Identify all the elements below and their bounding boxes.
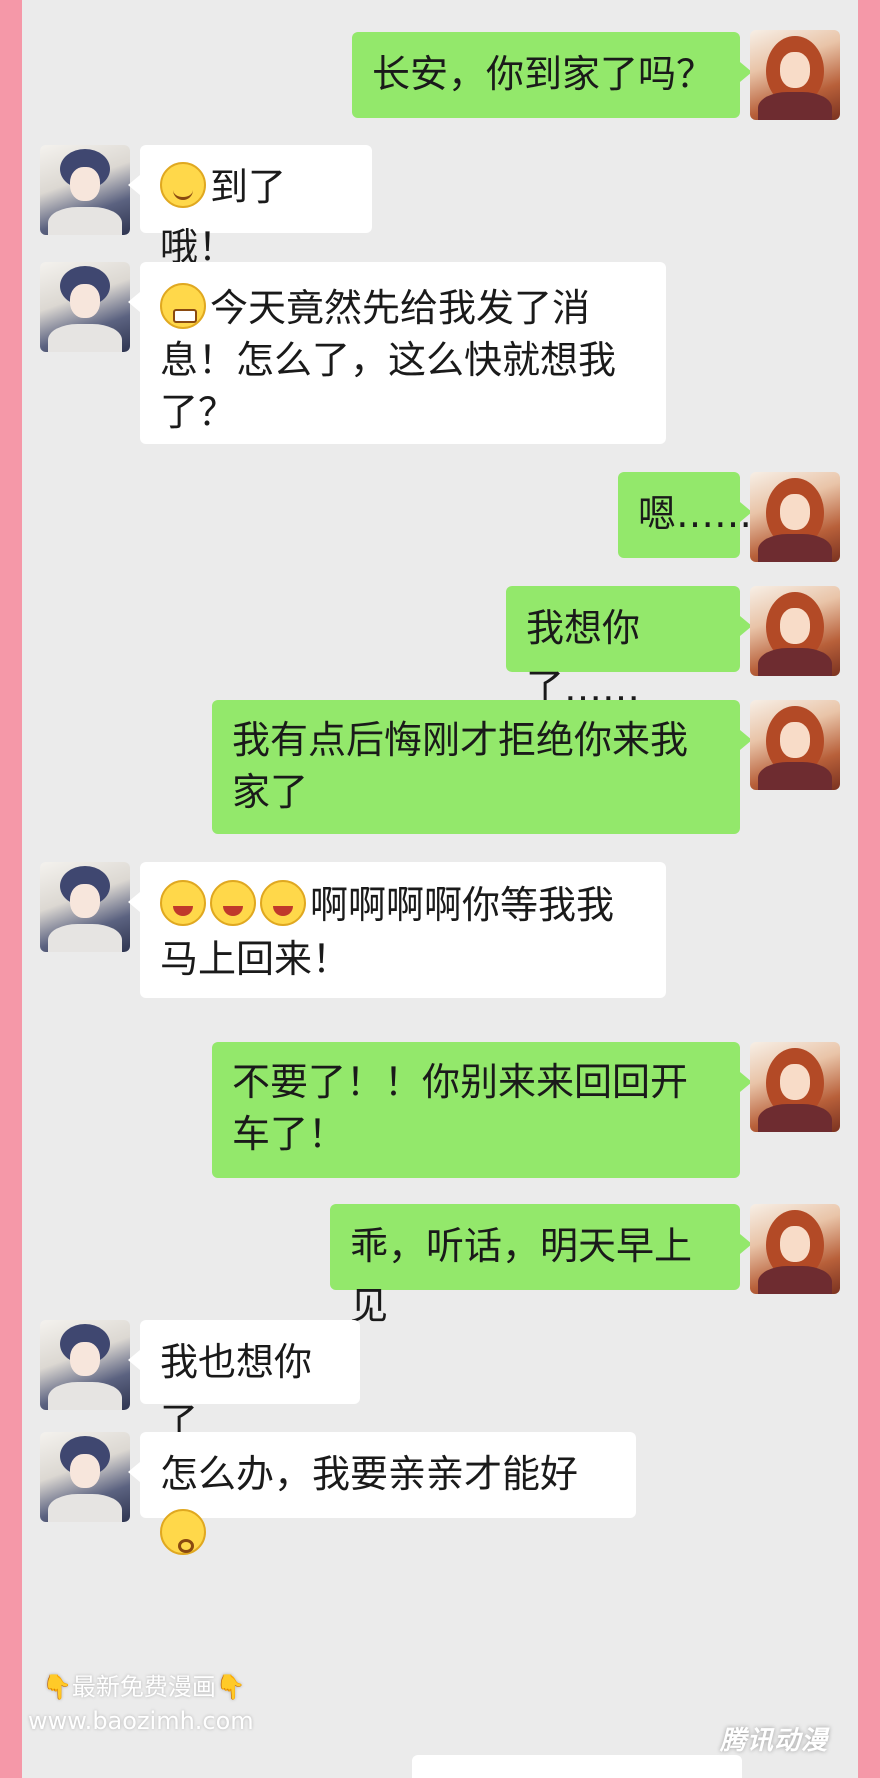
contact-message-bubble[interactable]: 到了哦！ — [128, 145, 372, 269]
contact-avatar[interactable] — [40, 1432, 130, 1522]
message-text: 今天竟然先给我发了消息！怎么了，这么快就想我了？ — [160, 286, 617, 434]
laugh-cry-emoji — [210, 880, 256, 926]
watermark: 👇最新免费漫画👇 www.baozimh.com — [22, 1670, 292, 1770]
grin-emoji — [160, 283, 206, 329]
message-text: 怎么办，我要亲亲才能好 — [160, 1452, 579, 1496]
contact-message-bubble[interactable]: 今天竟然先给我发了消息！怎么了，这么快就想我了？ — [128, 262, 666, 444]
tencent-comic-logo: 腾讯动漫 — [720, 1726, 829, 1756]
my-avatar[interactable] — [750, 1204, 840, 1294]
my-message-bubble[interactable]: 我想你了…… — [506, 586, 752, 710]
partial-message-bubble[interactable] — [412, 1755, 742, 1778]
message-text: 长安，你到家了吗？ — [372, 52, 715, 96]
contact-message-bubble[interactable]: 啊啊啊啊你等我我马上回来！ — [128, 862, 666, 998]
watermark-line-1: 👇最新免费漫画👇 — [42, 1673, 246, 1701]
my-message-bubble[interactable]: 不要了！！你别来来回回开车了！ — [212, 1042, 752, 1178]
message-text: 我有点后悔刚才拒绝你来我家了 — [232, 718, 689, 814]
my-message-bubble[interactable]: 嗯…… — [618, 472, 752, 558]
contact-avatar[interactable] — [40, 262, 130, 352]
my-avatar[interactable] — [750, 472, 840, 562]
watermark-url: www.baozimh.com — [28, 1707, 254, 1735]
my-message-bubble[interactable]: 乖，听话，明天早上见 — [330, 1204, 752, 1328]
smile-emoji — [160, 162, 206, 208]
message-text: 乖，听话，明天早上见 — [350, 1224, 693, 1328]
contact-avatar[interactable] — [40, 1320, 130, 1410]
my-avatar[interactable] — [750, 700, 840, 790]
message-text: 我想你了…… — [526, 606, 641, 710]
my-avatar[interactable] — [750, 1042, 840, 1132]
message-text: 嗯…… — [638, 492, 753, 536]
contact-message-bubble[interactable]: 怎么办，我要亲亲才能好 — [128, 1432, 636, 1555]
laugh-cry-emoji — [160, 880, 206, 926]
contact-avatar[interactable] — [40, 145, 130, 235]
contact-avatar[interactable] — [40, 862, 130, 952]
message-text: 不要了！！你别来来回回开车了！ — [232, 1060, 689, 1156]
message-text: 我也想你了 — [160, 1340, 313, 1444]
my-avatar[interactable] — [750, 30, 840, 120]
my-message-bubble[interactable]: 我有点后悔刚才拒绝你来我家了 — [212, 700, 752, 834]
pleading-emoji — [160, 1509, 206, 1555]
my-avatar[interactable] — [750, 586, 840, 676]
laugh-cry-emoji — [260, 880, 306, 926]
contact-message-bubble[interactable]: 我也想你了 — [128, 1320, 360, 1444]
my-message-bubble[interactable]: 长安，你到家了吗？ — [352, 32, 752, 118]
chat-area: 长安，你到家了吗？ 到了哦！ 今天竟然先给我发了消息！怎么了，这么快就想我了？ … — [22, 0, 858, 1778]
